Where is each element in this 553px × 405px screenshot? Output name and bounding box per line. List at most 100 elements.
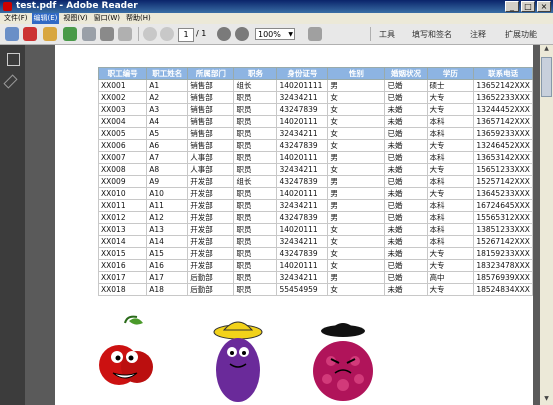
table-cell: 销售部	[187, 139, 235, 152]
scroll-up-icon[interactable]: ▲	[541, 45, 552, 55]
table-cell: 15651233XXX	[473, 163, 533, 176]
table-cell: A18	[146, 283, 189, 296]
document-area: 职工编号 职工姓名 所属部门 职务 身份证号 性别 婚姻状况 学历 联系电话 X…	[25, 45, 540, 405]
table-cell: XX005	[97, 127, 148, 140]
adobe-reader-icon	[3, 2, 12, 11]
table-cell: XX014	[97, 235, 148, 248]
table-cell: A3	[146, 103, 189, 116]
open-icon[interactable]	[5, 27, 19, 41]
table-cell: XX006	[97, 139, 148, 152]
table-cell: 女	[327, 223, 386, 236]
table-row: XX015 A15 开发部 职员 43247839 女未婚 大专 18159233XXX	[97, 247, 533, 260]
vertical-scrollbar[interactable]: ▲ ▼	[540, 45, 553, 405]
eggplant-character-image	[213, 321, 263, 402]
table-cell: 后勤部	[187, 283, 235, 296]
cloud-upload-icon[interactable]	[63, 27, 77, 41]
column-header: 身份证号	[276, 67, 329, 80]
zoom-in-icon[interactable]	[235, 27, 249, 41]
table-row: XX002 A2 销售部 职员 32434211 女已婚 大专 13652233XXX	[97, 91, 533, 104]
table-cell: A9	[146, 175, 189, 188]
table-cell: 开发部	[187, 187, 235, 200]
edit-icon[interactable]	[43, 27, 57, 41]
scroll-thumb[interactable]	[541, 57, 552, 97]
table-cell: 职员	[233, 283, 278, 296]
table-cell: XX003	[97, 103, 148, 116]
table-cell: 女	[327, 283, 386, 296]
table-cell: 大专	[426, 103, 475, 116]
table-cell: XX012	[97, 211, 148, 224]
window-controls: _ □ ×	[505, 1, 551, 12]
pages-icon[interactable]	[7, 53, 20, 66]
minimize-button[interactable]: _	[505, 1, 519, 12]
table-cell: 32434211	[276, 127, 329, 140]
tools-link[interactable]: 工具	[379, 29, 395, 40]
table-cell: XX001	[97, 79, 148, 92]
table-cell: 男	[327, 79, 386, 92]
table-cell: 13246452XXX	[473, 139, 533, 152]
save-icon[interactable]	[82, 27, 96, 41]
table-cell: 女	[327, 115, 386, 128]
table-cell: A15	[146, 247, 189, 260]
fill-sign-link[interactable]: 填写和签名	[412, 29, 452, 40]
table-cell: XX009	[97, 175, 148, 188]
menu-edit[interactable]: 编辑(E)	[31, 13, 60, 24]
menu-window[interactable]: 窗口(W)	[92, 13, 122, 24]
table-cell: 大专	[426, 139, 475, 152]
page-total: / 1	[196, 29, 207, 38]
table-cell: 已婚	[384, 175, 428, 188]
table-cell: 43247839	[276, 175, 329, 188]
create-pdf-icon[interactable]	[23, 27, 37, 41]
table-cell: 未婚	[384, 283, 428, 296]
page-number-input[interactable]: 1	[178, 28, 194, 42]
toolbar: 1 / 1 100% ▼ 工具 填写和签名 注释 扩展功能	[0, 24, 553, 45]
table-cell: XX004	[97, 115, 148, 128]
table-cell: A1	[146, 79, 189, 92]
print-icon[interactable]	[100, 27, 114, 41]
window-title: test.pdf - Adobe Reader	[16, 1, 138, 11]
maximize-button[interactable]: □	[521, 1, 535, 12]
scroll-down-icon[interactable]: ▼	[541, 395, 552, 405]
fit-page-icon[interactable]	[308, 27, 322, 41]
attachment-icon[interactable]	[3, 74, 18, 89]
zoom-select[interactable]: 100% ▼	[255, 28, 295, 40]
table-cell: 14020111	[276, 223, 329, 236]
close-button[interactable]: ×	[537, 1, 551, 12]
table-cell: XX010	[97, 187, 148, 200]
column-header: 职工编号	[97, 67, 148, 80]
table-cell: 组长	[233, 79, 278, 92]
table-cell: 32434211	[276, 91, 329, 104]
table-cell: 14020111	[276, 115, 329, 128]
column-header: 职务	[233, 67, 278, 80]
zoom-out-icon[interactable]	[217, 27, 231, 41]
table-cell: 已婚	[384, 211, 428, 224]
table-cell: 本科	[426, 223, 475, 236]
toolbar-separator	[370, 27, 371, 41]
table-cell: 大专	[426, 163, 475, 176]
table-cell: 已婚	[384, 91, 428, 104]
menu-view[interactable]: 视图(V)	[61, 13, 89, 24]
next-page-icon[interactable]	[160, 27, 174, 41]
table-cell: 女	[327, 103, 386, 116]
menu-file[interactable]: 文件(F)	[2, 13, 30, 24]
table-cell: 13652142XXX	[473, 79, 533, 92]
table-cell: 本科	[426, 115, 475, 128]
table-cell: 32434211	[276, 271, 329, 284]
table-cell: 女	[327, 247, 386, 260]
table-cell: 未婚	[384, 115, 428, 128]
table-cell: XX002	[97, 91, 148, 104]
table-cell: 43247839	[276, 247, 329, 260]
comment-link[interactable]: 注释	[470, 29, 486, 40]
extend-link[interactable]: 扩展功能	[505, 29, 537, 40]
email-icon[interactable]	[118, 27, 132, 41]
table-cell: 男	[327, 211, 386, 224]
table-cell: 140201111	[276, 79, 329, 92]
prev-page-icon[interactable]	[143, 27, 157, 41]
table-cell: 女	[327, 259, 386, 272]
table-cell: XX013	[97, 223, 148, 236]
table-cell: 男	[327, 271, 386, 284]
table-cell: 男	[327, 151, 386, 164]
window-titlebar: test.pdf - Adobe Reader _ □ ×	[0, 0, 553, 13]
table-cell: 未婚	[384, 139, 428, 152]
menu-help[interactable]: 帮助(H)	[124, 13, 153, 24]
table-cell: 开发部	[187, 175, 235, 188]
